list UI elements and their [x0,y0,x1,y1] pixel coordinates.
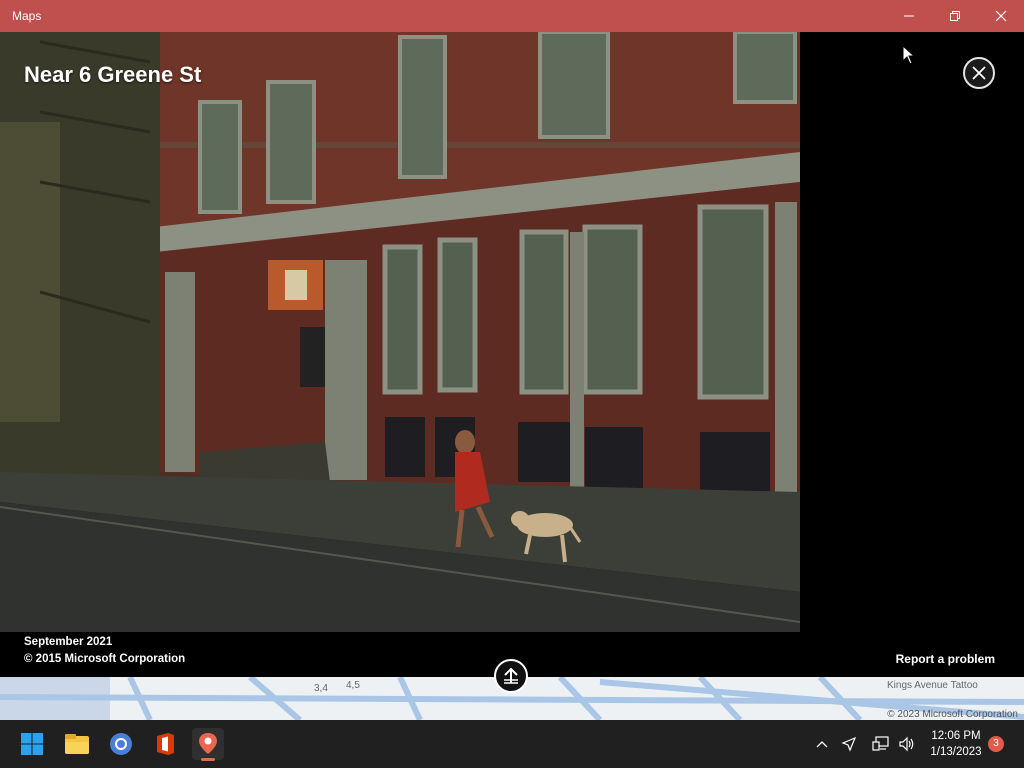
windows-start-icon [21,733,43,755]
office-icon [157,733,174,755]
window-controls [886,0,1024,32]
show-hidden-icons-button[interactable] [810,720,834,768]
notification-badge[interactable]: 3 [988,736,1004,752]
file-explorer-button[interactable] [61,728,93,760]
network-icon [872,736,889,751]
title-bar: Maps [0,0,1024,32]
minimize-icon [904,15,914,17]
office-button[interactable] [149,728,181,760]
capture-date: September 2021 [24,636,113,648]
clock-button[interactable]: 12:06 PM 1/13/2023 [926,728,986,760]
imagery-copyright: © 2015 Microsoft Corporation [24,653,186,665]
active-indicator [201,758,215,761]
speaker-icon [899,736,914,752]
chrome-icon [110,733,132,755]
restore-button[interactable] [932,0,978,32]
toggle-map-button[interactable] [494,659,528,693]
streetside-view: Near 6 Greene St September 2021 © 2015 M… [0,32,1024,693]
imagery-info: September 2021 © 2015 Microsoft Corporat… [24,634,185,668]
close-streetside-button[interactable] [963,57,995,89]
window-title: Maps [12,9,42,23]
maps-button[interactable] [192,728,224,761]
close-icon [995,10,1007,22]
location-title: Near 6 Greene St [24,62,202,87]
arrow-up-icon [504,667,518,684]
map-label: 3,4 [314,683,328,694]
restore-icon [950,11,960,21]
close-icon [972,66,986,80]
file-explorer-icon [65,734,89,754]
close-window-button[interactable] [978,0,1024,32]
map-label: 4,5 [346,680,360,691]
map-label: Kings Avenue Tattoo [887,680,978,691]
maps-icon [199,733,217,754]
location-arrow-icon [841,736,857,752]
minimize-button[interactable] [886,0,932,32]
location-tray-button[interactable] [837,720,861,768]
map-copyright: © 2023 Microsoft Corporation [887,709,1018,720]
clock-date: 1/13/2023 [930,746,982,758]
volume-tray-button[interactable] [895,720,919,768]
taskbar: 12:06 PM 1/13/2023 [0,720,1024,768]
network-tray-button[interactable] [869,720,893,768]
clock-time: 12:06 PM [931,730,981,742]
mouse-cursor-icon [902,45,916,65]
streetside-photo[interactable] [0,32,800,632]
report-problem-link[interactable]: Report a problem [896,652,995,666]
start-button[interactable] [16,728,48,760]
chrome-button[interactable] [105,728,137,760]
chevron-up-icon [816,741,828,748]
